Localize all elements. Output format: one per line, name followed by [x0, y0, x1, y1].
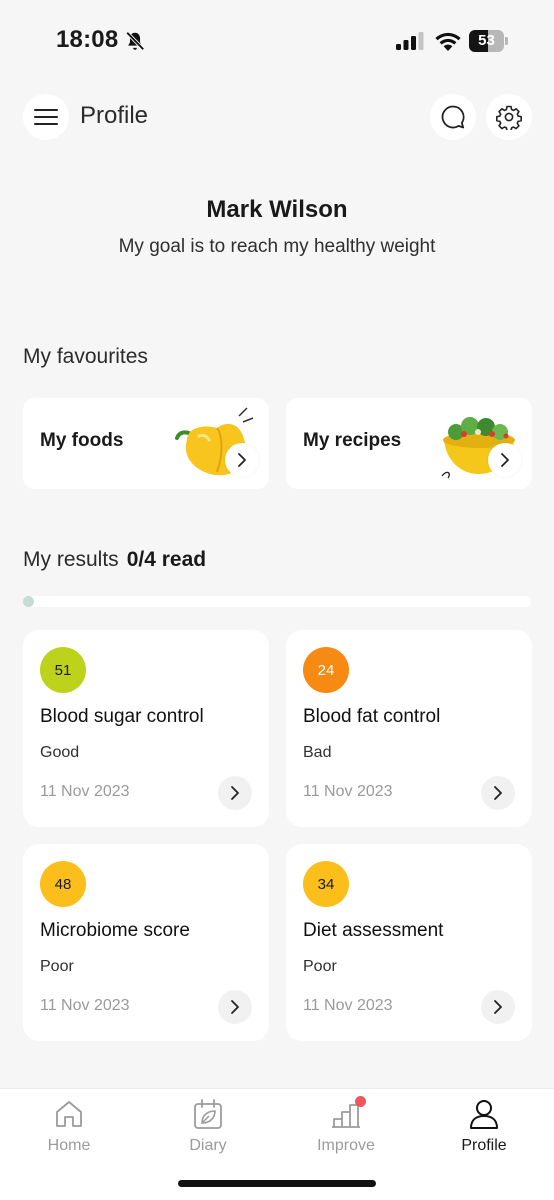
- results-section-title: My results 0/4 read: [23, 548, 206, 572]
- result-chevron-button[interactable]: [218, 776, 252, 810]
- result-chevron-button[interactable]: [218, 990, 252, 1024]
- bell-off-icon: [125, 31, 145, 51]
- result-title: Blood sugar control: [40, 706, 204, 727]
- score-badge: 48: [40, 861, 86, 907]
- user-goal: My goal is to reach my healthy weight: [118, 236, 436, 257]
- page-title: Profile: [80, 102, 149, 129]
- profile-icon: [470, 1100, 498, 1129]
- result-date: 11 Nov 2023: [40, 997, 130, 1014]
- result-title: Blood fat control: [303, 706, 441, 727]
- result-card-blood-fat[interactable]: 24 Blood fat control Bad 11 Nov 2023: [286, 630, 532, 827]
- result-chevron-button[interactable]: [481, 776, 515, 810]
- nav-label-profile: Profile: [461, 1137, 507, 1154]
- result-status: Bad: [303, 744, 332, 761]
- chevron-right-icon: [501, 453, 509, 467]
- wifi-icon: [435, 32, 461, 51]
- menu-button[interactable]: [23, 94, 69, 140]
- user-name: Mark Wilson: [206, 196, 348, 223]
- hamburger-menu-icon: [34, 109, 58, 125]
- result-date: 11 Nov 2023: [303, 997, 393, 1014]
- result-card-blood-sugar[interactable]: 51 Blood sugar control Good 11 Nov 2023: [23, 630, 269, 827]
- gear-icon: [496, 105, 522, 130]
- my-foods-label: My foods: [40, 430, 124, 451]
- notification-dot: [355, 1096, 366, 1107]
- results-progress-indicator: [23, 596, 34, 607]
- result-status: Good: [40, 744, 80, 761]
- chevron-right-icon: [238, 453, 246, 467]
- score-badge: 34: [303, 861, 349, 907]
- my-recipes-chevron-button[interactable]: [488, 443, 522, 477]
- chevron-right-icon: [231, 786, 239, 800]
- nav-item-home[interactable]: Home: [0, 1089, 138, 1169]
- status-time: 18:08: [56, 26, 119, 53]
- result-status: Poor: [40, 958, 74, 975]
- nav-item-diary[interactable]: Diary: [139, 1089, 277, 1169]
- chevron-right-icon: [494, 1000, 502, 1014]
- nav-label-diary: Diary: [189, 1137, 227, 1154]
- nav-item-profile[interactable]: Profile: [415, 1089, 553, 1169]
- result-title: Microbiome score: [40, 920, 190, 941]
- result-date: 11 Nov 2023: [40, 783, 130, 800]
- home-icon: [56, 1101, 82, 1127]
- cellular-signal-icon: [396, 32, 424, 50]
- results-title-label: My results: [23, 548, 119, 571]
- result-date: 11 Nov 2023: [303, 783, 393, 800]
- results-progress-bar: [23, 596, 531, 607]
- result-chevron-button[interactable]: [481, 990, 515, 1024]
- settings-button[interactable]: [486, 94, 532, 140]
- nav-item-improve[interactable]: Improve: [277, 1089, 415, 1169]
- score-badge: 24: [303, 647, 349, 693]
- home-indicator: [178, 1180, 376, 1187]
- result-title: Diet assessment: [303, 920, 444, 941]
- result-status: Poor: [303, 958, 337, 975]
- chat-button[interactable]: [430, 94, 476, 140]
- results-read-count: 0/4 read: [126, 548, 207, 571]
- score-badge: 51: [40, 647, 86, 693]
- result-card-diet-assessment[interactable]: 34 Diet assessment Poor 11 Nov 2023: [286, 844, 532, 1041]
- battery-percentage: 53: [478, 32, 495, 49]
- chevron-right-icon: [494, 786, 502, 800]
- my-recipes-label: My recipes: [303, 430, 402, 451]
- result-card-microbiome[interactable]: 48 Microbiome score Poor 11 Nov 2023: [23, 844, 269, 1041]
- chevron-right-icon: [231, 1000, 239, 1014]
- nav-label-improve: Improve: [317, 1137, 375, 1154]
- my-foods-card[interactable]: My foods: [23, 398, 269, 489]
- my-foods-chevron-button[interactable]: [225, 443, 259, 477]
- battery-indicator: 53: [469, 30, 509, 52]
- chat-bubble-icon: [441, 105, 465, 129]
- status-bar: 18:08 53: [0, 0, 554, 84]
- diary-icon: [194, 1099, 222, 1129]
- my-recipes-card[interactable]: My recipes: [286, 398, 532, 489]
- favourites-section-title: My favourites: [23, 345, 148, 368]
- nav-label-home: Home: [47, 1137, 91, 1154]
